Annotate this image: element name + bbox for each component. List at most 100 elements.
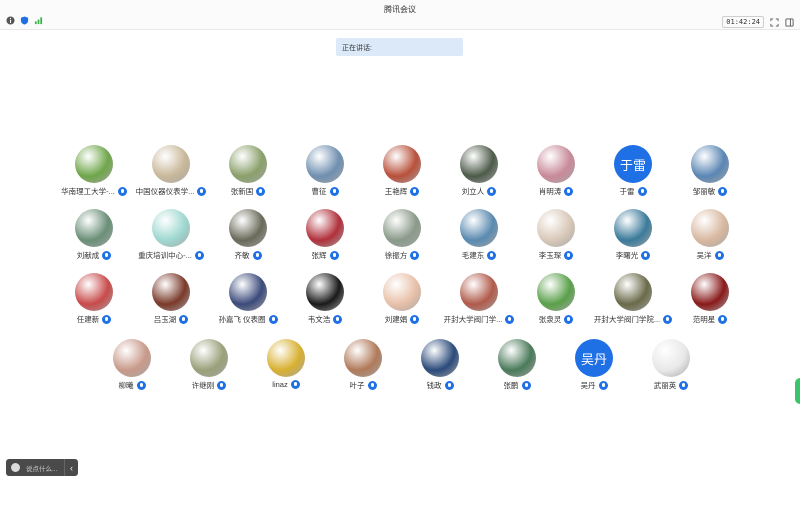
- participant-name: 李曙光: [615, 251, 639, 260]
- participant-name-row: 范明星: [660, 314, 760, 325]
- participant-name: 开封大学阀门学院...: [593, 315, 661, 324]
- microphone-icon: [564, 315, 574, 324]
- microphone-icon: [641, 251, 651, 260]
- participant-name: 刘献成: [76, 251, 100, 260]
- participant-avatar: [652, 339, 690, 377]
- microphone-icon: [410, 187, 420, 196]
- participant-tile[interactable]: 武丽英: [621, 339, 721, 395]
- participant-name-row: 邹丽敏: [660, 186, 760, 197]
- participant-name: 王艳辉: [384, 187, 408, 196]
- participant-name: linaz: [272, 380, 288, 389]
- microphone-icon: [444, 381, 454, 390]
- chat-placeholder: 说点什么...: [26, 465, 58, 473]
- participant-avatar: [383, 145, 421, 183]
- participant-name: 于雷: [619, 187, 635, 196]
- microphone-icon: [718, 315, 728, 324]
- participant-name: 柳曦: [118, 381, 134, 390]
- microphone-icon: [329, 187, 339, 196]
- meeting-window: 腾讯会议 01:42:24 正在讲话: 华南理工大学-... 中国仪器仪表学...…: [0, 0, 800, 512]
- participant-avatar: [614, 273, 652, 311]
- microphone-icon: [598, 381, 608, 390]
- floating-widget-edge[interactable]: [795, 378, 800, 404]
- participant-avatar: [152, 145, 190, 183]
- microphone-icon: [564, 187, 574, 196]
- participant-avatar: [306, 145, 344, 183]
- participant-avatar: [460, 145, 498, 183]
- microphone-icon: [333, 315, 343, 324]
- participant-avatar: [614, 209, 652, 247]
- microphone-icon: [410, 251, 420, 260]
- participant-avatar: [229, 145, 267, 183]
- participant-name: 邹丽敏: [692, 187, 716, 196]
- participant-name: 齐敏: [234, 251, 250, 260]
- microphone-icon: [136, 381, 146, 390]
- participant-name: 吴丹: [580, 381, 596, 390]
- participant-tile[interactable]: 范明星: [660, 273, 760, 329]
- participant-avatar: [75, 145, 113, 183]
- participant-avatar: [498, 339, 536, 377]
- microphone-icon: [367, 381, 377, 390]
- participant-avatar: [537, 273, 575, 311]
- microphone-icon: [679, 381, 689, 390]
- microphone-icon: [217, 381, 227, 390]
- participant-avatar: [537, 209, 575, 247]
- participant-name: 徐振方: [384, 251, 408, 260]
- participant-name: 华南理工大学-...: [61, 187, 115, 196]
- participant-avatar: [691, 209, 729, 247]
- participant-name-row: 吴洋: [660, 250, 760, 261]
- participant-name: 武丽英: [653, 381, 677, 390]
- participant-avatar: [383, 209, 421, 247]
- participant-avatar: [460, 273, 498, 311]
- participant-avatar: 吴丹: [575, 339, 613, 377]
- participant-avatar: [344, 339, 382, 377]
- participant-name: 韦文浩: [307, 315, 331, 324]
- participant-name: 叶子: [349, 381, 365, 390]
- participant-avatar: [421, 339, 459, 377]
- microphone-icon: [718, 187, 728, 196]
- participant-name: 张泉灵: [538, 315, 562, 324]
- participant-avatar: [190, 339, 228, 377]
- participant-name-row: 武丽英: [621, 380, 721, 391]
- participant-name: 刘立人: [461, 187, 485, 196]
- microphone-icon: [256, 187, 266, 196]
- participant-avatar: [306, 273, 344, 311]
- chat-input-box[interactable]: 说点什么... ‹: [6, 459, 78, 476]
- participant-avatar: [152, 209, 190, 247]
- participant-name: 张辉: [311, 251, 327, 260]
- participant-avatar: [691, 145, 729, 183]
- participant-name: 任建新: [76, 315, 100, 324]
- participant-avatar: [229, 273, 267, 311]
- participant-name: 肖明涛: [538, 187, 562, 196]
- microphone-icon: [487, 251, 497, 260]
- participant-name: 范明星: [692, 315, 716, 324]
- microphone-icon: [487, 187, 497, 196]
- participant-avatar: [75, 209, 113, 247]
- participant-name: 李玉琛: [538, 251, 562, 260]
- participant-name: 毛建东: [461, 251, 485, 260]
- participant-avatar: [113, 339, 151, 377]
- participant-avatar: [460, 209, 498, 247]
- participant-name: 刘建娟: [384, 315, 408, 324]
- participant-avatar: 于雷: [614, 145, 652, 183]
- participant-name: 开封大学阀门学...: [443, 315, 503, 324]
- participant-grid: 华南理工大学-... 中国仪器仪表学... 张新国 曹征 王艳辉 刘立人 肖明涛 于雷 于雷 邹丽…: [0, 0, 800, 512]
- participant-name: 张鹏: [503, 381, 519, 390]
- emoji-icon[interactable]: [11, 463, 20, 472]
- microphone-icon: [564, 251, 574, 260]
- microphone-icon: [290, 380, 300, 389]
- participant-name: 吕玉湖: [153, 315, 177, 324]
- microphone-icon: [252, 251, 262, 260]
- participant-tile[interactable]: 邹丽敏: [660, 145, 760, 201]
- participant-avatar: [691, 273, 729, 311]
- participant-name: 钱政: [426, 381, 442, 390]
- microphone-icon: [329, 251, 339, 260]
- participant-name: 重庆培训中心-...: [138, 251, 192, 260]
- participant-name: 孙嘉飞 仪表圈: [218, 315, 266, 324]
- collapse-chat-button[interactable]: ‹: [64, 459, 78, 476]
- participant-tile[interactable]: 吴洋: [660, 209, 760, 265]
- microphone-icon: [410, 315, 420, 324]
- participant-avatar: [152, 273, 190, 311]
- participant-name: 曹征: [311, 187, 327, 196]
- participant-name: 张新国: [230, 187, 254, 196]
- participant-avatar: [75, 273, 113, 311]
